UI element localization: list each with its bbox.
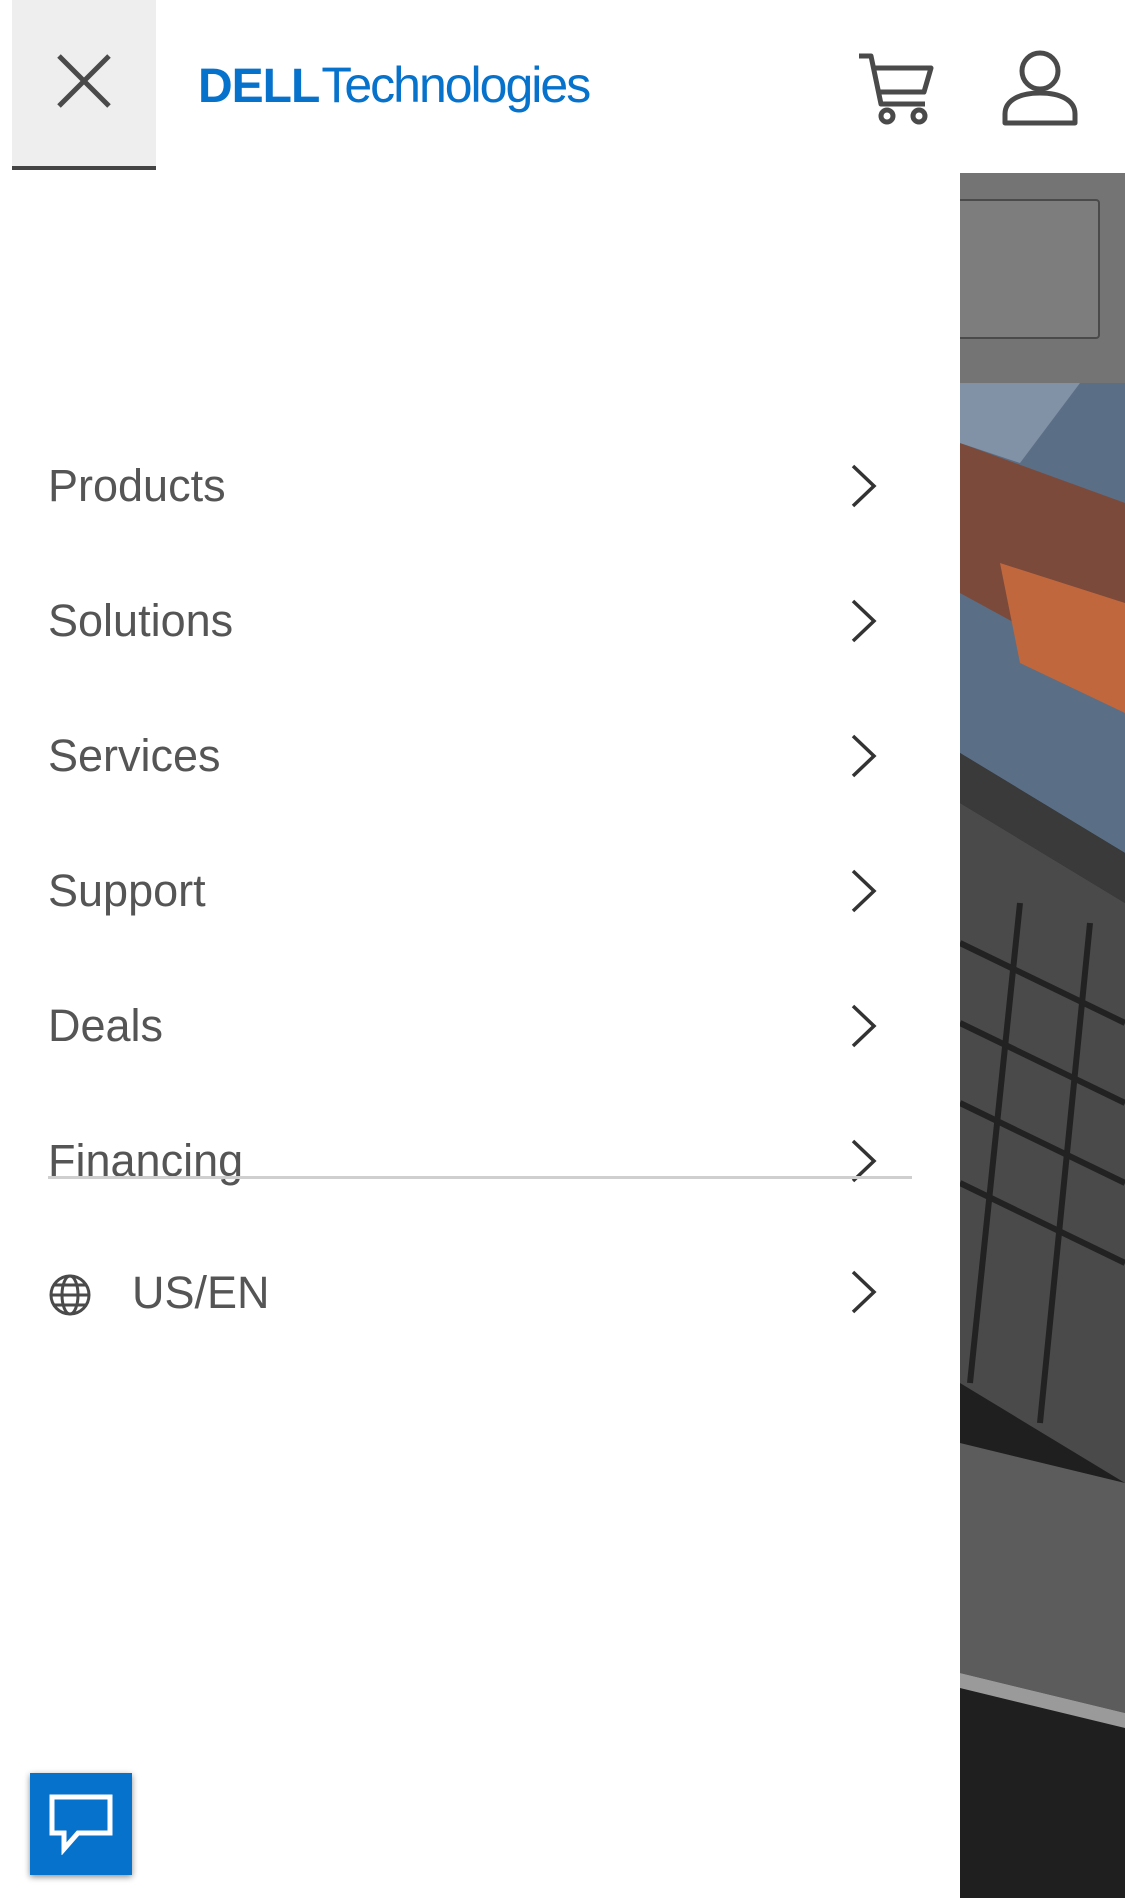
menu-item-products[interactable]: Products — [0, 418, 960, 553]
cart-button[interactable] — [855, 48, 935, 128]
menu-item-label: Deals — [48, 999, 164, 1051]
menu-divider — [48, 1176, 912, 1179]
chevron-right-icon — [851, 1270, 877, 1314]
cart-icon — [859, 53, 934, 125]
menu-item-label: Solutions — [48, 594, 234, 646]
menu-item-label: Products — [48, 459, 226, 511]
menu-item-label: Support — [48, 864, 206, 916]
locale-selector[interactable]: US/EN — [0, 1233, 960, 1353]
account-icon — [1002, 50, 1078, 126]
chat-icon — [49, 1794, 113, 1855]
background-search-bar — [960, 173, 1125, 383]
locale-label: US/EN — [132, 1267, 270, 1318]
account-button[interactable] — [1000, 48, 1080, 128]
menu-item-label: Services — [48, 729, 221, 781]
menu-item-financing[interactable]: Financing — [0, 1093, 960, 1228]
menu-item-services[interactable]: Services — [0, 688, 960, 823]
menu-item-solutions[interactable]: Solutions — [0, 553, 960, 688]
hero-laptop-image — [960, 383, 1125, 1898]
close-menu-button[interactable] — [12, 0, 156, 170]
chevron-right-icon — [851, 734, 877, 777]
menu-item-deals[interactable]: Deals — [0, 958, 960, 1093]
chevron-right-icon — [851, 599, 877, 642]
menu-item-support[interactable]: Support — [0, 823, 960, 958]
logo-brand: DELL — [198, 60, 320, 113]
chevron-right-icon — [851, 464, 877, 507]
close-icon — [57, 54, 111, 108]
site-header: DELL Technologies — [0, 0, 1125, 173]
background-page — [960, 173, 1125, 1898]
dell-technologies-logo[interactable]: DELL Technologies — [198, 56, 591, 116]
background-search-field — [960, 199, 1100, 339]
chevron-right-icon — [851, 1004, 877, 1047]
chat-button[interactable] — [30, 1773, 132, 1875]
chevron-right-icon — [851, 869, 877, 912]
globe-icon — [49, 1274, 91, 1316]
logo-suffix: Technologies — [321, 57, 591, 113]
navigation-drawer: Products Solutions Services Support Deal… — [0, 173, 960, 1898]
